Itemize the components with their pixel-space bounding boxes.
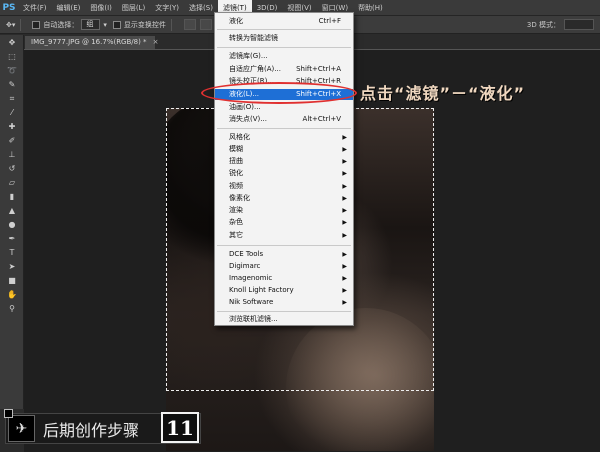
document-title: IMG_9777.JPG @ 16.7%(RGB/8) * <box>31 38 147 46</box>
submenu-arrow-icon: ▶ <box>342 251 347 258</box>
align-middle-button[interactable] <box>199 19 212 30</box>
menu-item-browse-filters-online[interactable]: 浏览联机滤镜... <box>215 314 353 325</box>
highlight-ring <box>201 82 357 104</box>
submenu-arrow-icon: ▶ <box>342 232 347 239</box>
align-top-button[interactable] <box>183 19 196 30</box>
chevron-down-icon: ▾ <box>103 20 107 29</box>
menu-item-distort[interactable]: 扭曲 ▶ <box>215 156 353 167</box>
lasso-tool-icon[interactable]: ➰ <box>2 64 22 77</box>
menu-item-convert-smart-filters[interactable]: 转换为智能滤镜 <box>215 33 353 44</box>
menu-item-vanishing-point[interactable]: 消失点(V)... Alt+Ctrl+V <box>215 114 353 125</box>
menu-select[interactable]: 选择(S) <box>184 0 218 16</box>
move-tool-preset[interactable]: ✥▾ <box>6 21 15 29</box>
submenu-arrow-icon: ▶ <box>342 146 347 153</box>
submenu-arrow-icon: ▶ <box>342 207 347 214</box>
menu-item-knoll-light-factory[interactable]: Knoll Light Factory ▶ <box>215 285 353 296</box>
mode-3d-label: 3D 模式： <box>526 21 560 29</box>
eyedropper-tool-icon[interactable]: ⁄ <box>2 106 22 119</box>
auto-select-checkbox[interactable] <box>32 20 41 29</box>
submenu-arrow-icon: ▶ <box>342 183 347 190</box>
submenu-arrow-icon: ▶ <box>342 195 347 202</box>
menu-item-render[interactable]: 渲染 ▶ <box>215 205 353 216</box>
menu-separator <box>217 47 351 48</box>
tool-panel: ✥ ⬚ ➰ ✎ ⌗ ⁄ ✚ ✐ ⊥ ↺ ▱ ▮ ▲ ● ✒ T ➤ ■ ✋ ⚲ <box>0 35 24 423</box>
submenu-arrow-icon: ▶ <box>342 170 347 177</box>
close-icon[interactable]: × <box>153 38 159 46</box>
menu-help[interactable]: 帮助(H) <box>353 0 388 16</box>
menu-item-blur[interactable]: 模糊 ▶ <box>215 144 353 155</box>
divider <box>170 18 172 31</box>
menu-item-noise[interactable]: 杂色 ▶ <box>215 217 353 228</box>
menu-item-imagenomic[interactable]: Imagenomic ▶ <box>215 273 353 284</box>
menu-type[interactable]: 文字(Y) <box>150 0 184 16</box>
mode-3d-buttons[interactable] <box>564 19 594 30</box>
dodge-tool-icon[interactable]: ● <box>2 218 22 231</box>
shape-tool-icon[interactable]: ■ <box>2 274 22 287</box>
foreground-color-swatch[interactable] <box>4 409 13 418</box>
shoulder-highlight <box>286 308 434 451</box>
clone-stamp-icon[interactable]: ⊥ <box>2 148 22 161</box>
menu-item-adaptive-wide-angle[interactable]: 自适应广角(A)... Shift+Ctrl+A <box>215 64 353 75</box>
submenu-arrow-icon: ▶ <box>342 275 347 282</box>
menu-item-last-filter[interactable]: 液化 Ctrl+F <box>215 16 353 27</box>
show-transform-group: 显示变换控件 <box>112 20 166 30</box>
divider <box>20 18 22 31</box>
photoshop-logo: PS <box>2 2 16 13</box>
menu-item-filter-gallery[interactable]: 滤镜库(G)... <box>215 51 353 62</box>
submenu-arrow-icon: ▶ <box>342 299 347 306</box>
menu-image[interactable]: 图像(I) <box>85 0 117 16</box>
document-tab[interactable]: IMG_9777.JPG @ 16.7%(RGB/8) * × <box>24 35 159 49</box>
gradient-tool-icon[interactable]: ▮ <box>2 190 22 203</box>
marquee-tool-icon[interactable]: ⬚ <box>2 50 22 63</box>
auto-select-label: 自动选择： <box>43 20 79 29</box>
move-icon: ✥▾ <box>6 20 16 29</box>
auto-select-dropdown[interactable]: 组 <box>81 19 101 30</box>
menu-separator <box>217 311 351 312</box>
step-title: 后期创作步骤 <box>43 420 140 440</box>
filter-menu-dropdown: 液化 Ctrl+F 转换为智能滤镜 滤镜库(G)... 自适应广角(A)... Sh… <box>214 12 354 326</box>
submenu-arrow-icon: ▶ <box>342 287 347 294</box>
photographer-icon: ✈ <box>8 415 35 442</box>
menu-item-pixelate[interactable]: 像素化 ▶ <box>215 193 353 204</box>
step-number: 11 <box>161 412 199 443</box>
path-select-icon[interactable]: ➤ <box>2 260 22 273</box>
menu-layer[interactable]: 图层(L) <box>117 0 150 16</box>
menu-item-stylize[interactable]: 风格化 ▶ <box>215 132 353 143</box>
healing-brush-icon[interactable]: ✚ <box>2 120 22 133</box>
type-tool-icon[interactable]: T <box>2 246 22 259</box>
move-tool-icon[interactable]: ✥ <box>2 36 22 49</box>
menu-item-dce-tools[interactable]: DCE Tools ▶ <box>215 249 353 260</box>
menu-item-sharpen[interactable]: 锐化 ▶ <box>215 168 353 179</box>
submenu-arrow-icon: ▶ <box>342 158 347 165</box>
auto-select-group: 自动选择： 组 ▾ <box>32 19 107 30</box>
menu-separator <box>217 29 351 30</box>
menu-separator <box>217 128 351 129</box>
submenu-arrow-icon: ▶ <box>342 134 347 141</box>
quick-select-tool-icon[interactable]: ✎ <box>2 78 22 91</box>
zoom-tool-icon[interactable]: ⚲ <box>2 302 22 315</box>
hand-tool-icon[interactable]: ✋ <box>2 288 22 301</box>
menu-item-video[interactable]: 视频 ▶ <box>215 181 353 192</box>
menu-file[interactable]: 文件(F) <box>18 0 52 16</box>
pen-tool-icon[interactable]: ✒ <box>2 232 22 245</box>
menu-edit[interactable]: 编辑(E) <box>52 0 86 16</box>
instruction-callout: 点击“滤镜”－“液化” <box>360 84 526 103</box>
menu-item-nik-software[interactable]: Nik Software ▶ <box>215 297 353 308</box>
menu-item-digimarc[interactable]: Digimarc ▶ <box>215 261 353 272</box>
crop-tool-icon[interactable]: ⌗ <box>2 92 22 105</box>
brush-tool-icon[interactable]: ✐ <box>2 134 22 147</box>
history-brush-icon[interactable]: ↺ <box>2 162 22 175</box>
eraser-tool-icon[interactable]: ▱ <box>2 176 22 189</box>
menu-separator <box>217 245 351 246</box>
show-transform-checkbox[interactable] <box>112 20 121 29</box>
submenu-arrow-icon: ▶ <box>342 219 347 226</box>
show-transform-label: 显示变换控件 <box>123 20 166 29</box>
submenu-arrow-icon: ▶ <box>342 263 347 270</box>
blur-tool-icon[interactable]: ▲ <box>2 204 22 217</box>
menu-item-other[interactable]: 其它 ▶ <box>215 230 353 241</box>
